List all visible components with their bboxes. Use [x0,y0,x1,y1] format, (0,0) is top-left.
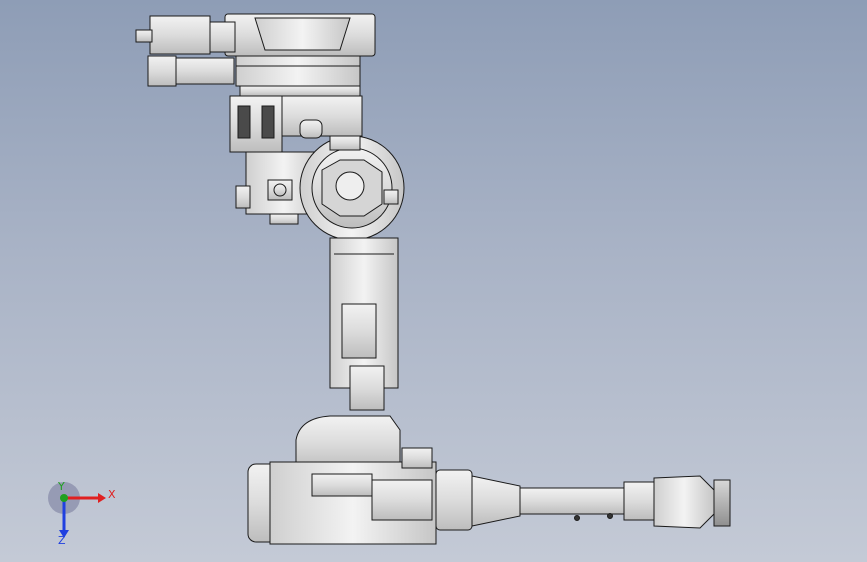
j2-motor-cap [235,185,251,209]
x-axis-label: X [108,488,116,501]
wrist-housing [623,481,655,521]
forearm-tube[interactable] [435,469,731,531]
upper-arm-panel [341,303,377,359]
base-assembly[interactable] [135,13,376,97]
x-axis-arrow [98,493,106,503]
forearm-shaft [519,487,625,515]
robot-arm-model[interactable] [0,0,867,562]
motor-connector-right [261,105,275,139]
y-axis-dot [60,494,68,502]
forearm-taper [471,475,521,527]
base-cable-box [147,55,177,87]
cad-viewport[interactable]: X Z Y [0,0,867,562]
upper-arm[interactable] [329,237,399,411]
elbow-joint[interactable] [299,119,405,241]
turret-drum [235,55,361,87]
upper-arm-strut [349,365,385,411]
y-axis-label: Y [57,480,65,493]
base-hub [254,17,351,51]
base-connector-plug [135,29,153,43]
motor-connector-left [237,105,251,139]
z-axis-label: Z [58,534,66,546]
tool-flange [713,479,731,527]
wrist-flange [653,475,715,529]
base-connector-box [149,15,211,55]
turret-ring [239,85,361,97]
base-cable-duct [175,57,235,85]
forearm-collar [435,469,473,531]
orientation-triad: X Z Y [48,480,116,546]
forearm-base[interactable] [247,415,437,545]
